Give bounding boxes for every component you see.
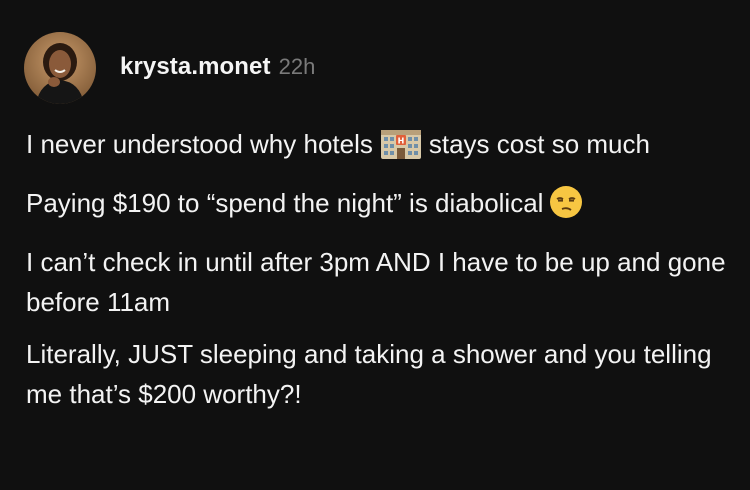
avatar[interactable] (24, 32, 96, 104)
username[interactable]: krysta.monet (120, 53, 271, 81)
post-meta: krysta.monet 22h (120, 53, 315, 81)
paragraph-2-text: Paying $190 to “spend the night” is diab… (26, 188, 544, 218)
paragraph-1-text-end: stays cost so much (428, 129, 650, 159)
post-body: I never understood why hotels H stays co… (26, 124, 726, 426)
svg-text:H: H (398, 137, 405, 146)
paragraph-4: Literally, JUST sleeping and taking a sh… (26, 339, 712, 409)
hotel-emoji: H (379, 126, 423, 171)
unamused-face-emoji (549, 185, 583, 230)
paragraph-2: Paying $190 to “spend the night” is diab… (26, 183, 726, 230)
thread-post: krysta.monet 22h I never understood why … (0, 0, 750, 490)
timestamp: 22h (278, 54, 316, 79)
paragraph-3: I can’t check in until after 3pm AND I h… (26, 247, 726, 317)
avatar-image (24, 32, 96, 104)
paragraph-1-text-start: I never understood why hotels (26, 129, 373, 159)
paragraph-1: I never understood why hotels H stays co… (26, 124, 726, 171)
post-header: krysta.monet 22h (24, 32, 315, 104)
